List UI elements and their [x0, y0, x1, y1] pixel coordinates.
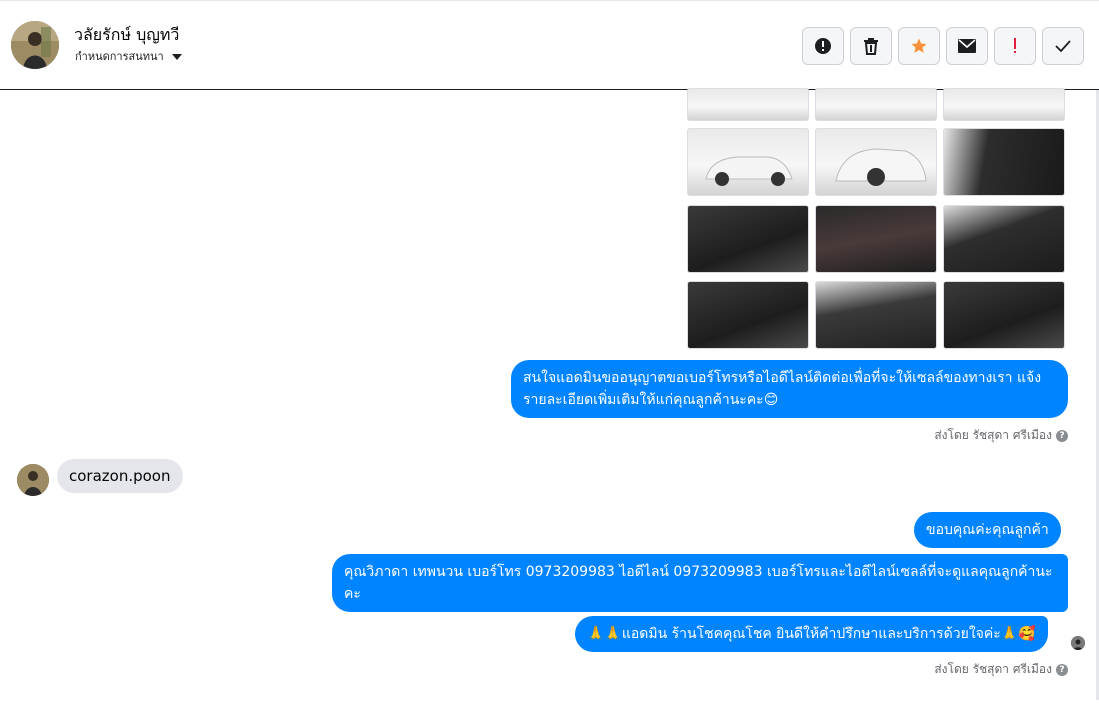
outgoing-message[interactable]: ขอบคุณค่ะคุณลูกค้า	[914, 512, 1061, 548]
outgoing-message[interactable]: 🙏🙏แอดมิน ร้านโชคคุณโชค ยินดีให้คำปรึกษาแ…	[575, 616, 1048, 652]
urgent-button[interactable]	[994, 27, 1036, 65]
star-icon	[911, 38, 927, 53]
caret-down-icon	[171, 53, 182, 60]
car-photo[interactable]	[943, 205, 1065, 273]
outgoing-message[interactable]: คุณวิภาดา เทพนวน เบอร์โทร 0973209983 ไอด…	[332, 554, 1068, 612]
sent-by-text: ส่งโดย รัชสุดา ศรีเมือง	[934, 428, 1052, 442]
help-icon[interactable]: ?	[1056, 429, 1068, 442]
sent-by-label: ส่งโดย รัชสุดา ศรีเมือง ?	[934, 426, 1068, 445]
contact-avatar[interactable]	[11, 21, 59, 69]
car-photo[interactable]	[815, 281, 937, 349]
car-photo[interactable]	[687, 281, 809, 349]
car-photo[interactable]	[943, 128, 1065, 196]
car-photo[interactable]	[687, 128, 809, 196]
car-photo[interactable]	[687, 88, 809, 121]
trash-icon	[864, 38, 878, 55]
check-icon	[1055, 40, 1071, 52]
car-photo[interactable]	[815, 88, 937, 121]
car-photo[interactable]	[815, 205, 937, 273]
car-photo[interactable]	[943, 88, 1065, 121]
action-toolbar	[802, 27, 1084, 65]
sender-avatar	[17, 464, 49, 496]
conversation-assign-dropdown[interactable]: กำหนดการสนทนา	[75, 47, 182, 65]
help-icon[interactable]: ?	[1056, 663, 1068, 676]
car-photo[interactable]	[687, 205, 809, 273]
contact-name[interactable]: วลัยรักษ์ บุญทวี	[74, 23, 179, 48]
assign-label: กำหนดการสนทนา	[75, 50, 164, 63]
read-receipt-avatar	[1071, 636, 1085, 650]
urgent-icon	[1014, 38, 1016, 53]
report-button[interactable]	[802, 27, 844, 65]
envelope-icon	[958, 39, 976, 53]
car-photo[interactable]	[815, 128, 937, 196]
conversation-header: วลัยรักษ์ บุญทวี กำหนดการสนทนา	[0, 0, 1099, 90]
report-icon	[815, 38, 831, 54]
outgoing-message[interactable]: สนใจแอดมินขออนุญาตขอเบอร์โทรหรือไอดีไลน์…	[511, 360, 1068, 418]
delete-button[interactable]	[850, 27, 892, 65]
incoming-message[interactable]: corazon.poon	[57, 459, 183, 493]
sent-by-label: ส่งโดย รัชสุดา ศรีเมือง ?	[934, 660, 1068, 679]
sent-by-text: ส่งโดย รัชสุดา ศรีเมือง	[934, 662, 1052, 676]
star-button[interactable]	[898, 27, 940, 65]
done-button[interactable]	[1042, 27, 1084, 65]
car-photo[interactable]	[943, 281, 1065, 349]
mark-unread-button[interactable]	[946, 27, 988, 65]
